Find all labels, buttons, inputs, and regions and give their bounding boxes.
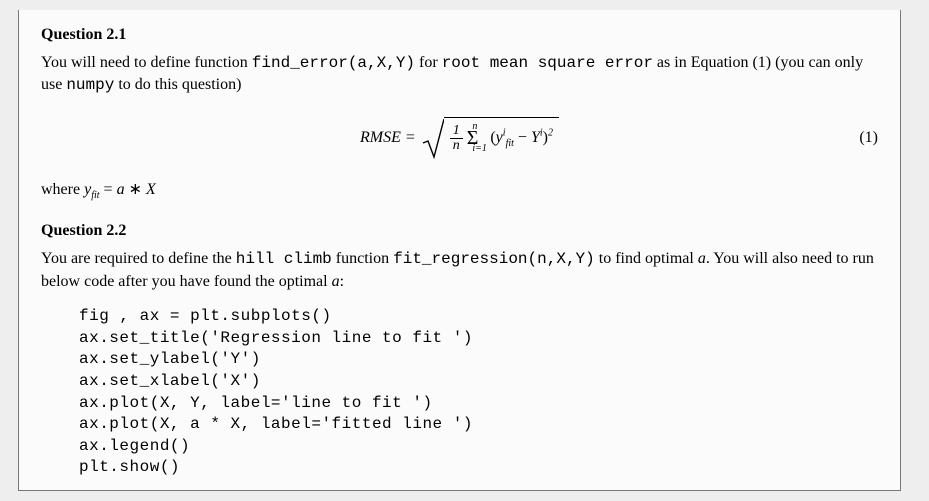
where-y-sub: fit — [91, 190, 99, 201]
radicand: 1 n Σ n i=1 (yifit − Yi)2 — [444, 117, 559, 157]
q1-title: Question 2.1 — [41, 24, 878, 46]
q1-text-2: for — [415, 54, 442, 71]
q2-text-1: You are required to define the — [41, 250, 236, 267]
sqrt: 1 n Σ n i=1 (yifit − Yi)2 — [422, 117, 559, 159]
q1-text-4: to do this question) — [114, 76, 241, 93]
q1-text-1: You will need to define function — [41, 54, 252, 71]
radical-icon — [422, 117, 444, 159]
sigma-top: n — [472, 122, 477, 132]
equation-number: (1) — [859, 127, 878, 149]
q2-text-3: to find optimal — [595, 250, 698, 267]
fraction: 1 n — [450, 124, 463, 153]
q2-hill: hill climb — [236, 250, 332, 268]
q1-paragraph: You will need to define function find_er… — [41, 52, 878, 97]
frac-num: 1 — [450, 124, 463, 139]
q2-text-2: function — [332, 250, 393, 267]
q2-a: a — [698, 250, 706, 267]
q2-paragraph: You are required to define the hill clim… — [41, 248, 878, 292]
sq-term: (yifit − Yi)2 — [490, 127, 553, 149]
where-label: where — [41, 181, 84, 198]
q1-fn: find_error(a,X,Y) — [252, 54, 415, 72]
where-X: X — [146, 181, 156, 198]
sigma: Σ n i=1 — [467, 128, 479, 148]
q2-fn: fit_regression(n,X,Y) — [393, 250, 595, 268]
yfit-y: y — [496, 129, 503, 146]
where-eq: = — [100, 181, 117, 198]
rmse-equation: RMSE = 1 n Σ n i=1 — [360, 117, 559, 159]
page: Question 2.1 You will need to define fun… — [0, 0, 929, 501]
Yi-Y: Y — [531, 129, 540, 146]
yfit-sup: i — [503, 128, 506, 139]
where-a: a — [117, 181, 125, 198]
where-clause: where yfit = a ∗ X — [41, 179, 878, 201]
rmse-lhs: RMSE = — [360, 127, 416, 149]
code-block: fig , ax = plt.subplots() ax.set_title('… — [79, 306, 878, 479]
minus: − — [514, 129, 531, 146]
q2-a2: a — [332, 273, 340, 290]
equation-row: RMSE = 1 n Σ n i=1 — [41, 111, 878, 165]
square: 2 — [548, 128, 553, 139]
sigma-bot: i=1 — [472, 144, 487, 154]
where-ast: ∗ — [125, 181, 146, 198]
q2-title: Question 2.2 — [41, 220, 878, 242]
q1-numpy: numpy — [66, 76, 114, 94]
q2-text-5: : — [340, 273, 344, 290]
question-panel: Question 2.1 You will need to define fun… — [18, 10, 901, 491]
yfit-sub: fit — [506, 139, 514, 150]
frac-den: n — [450, 139, 463, 153]
q1-rmse-label: root mean square error — [442, 54, 653, 72]
